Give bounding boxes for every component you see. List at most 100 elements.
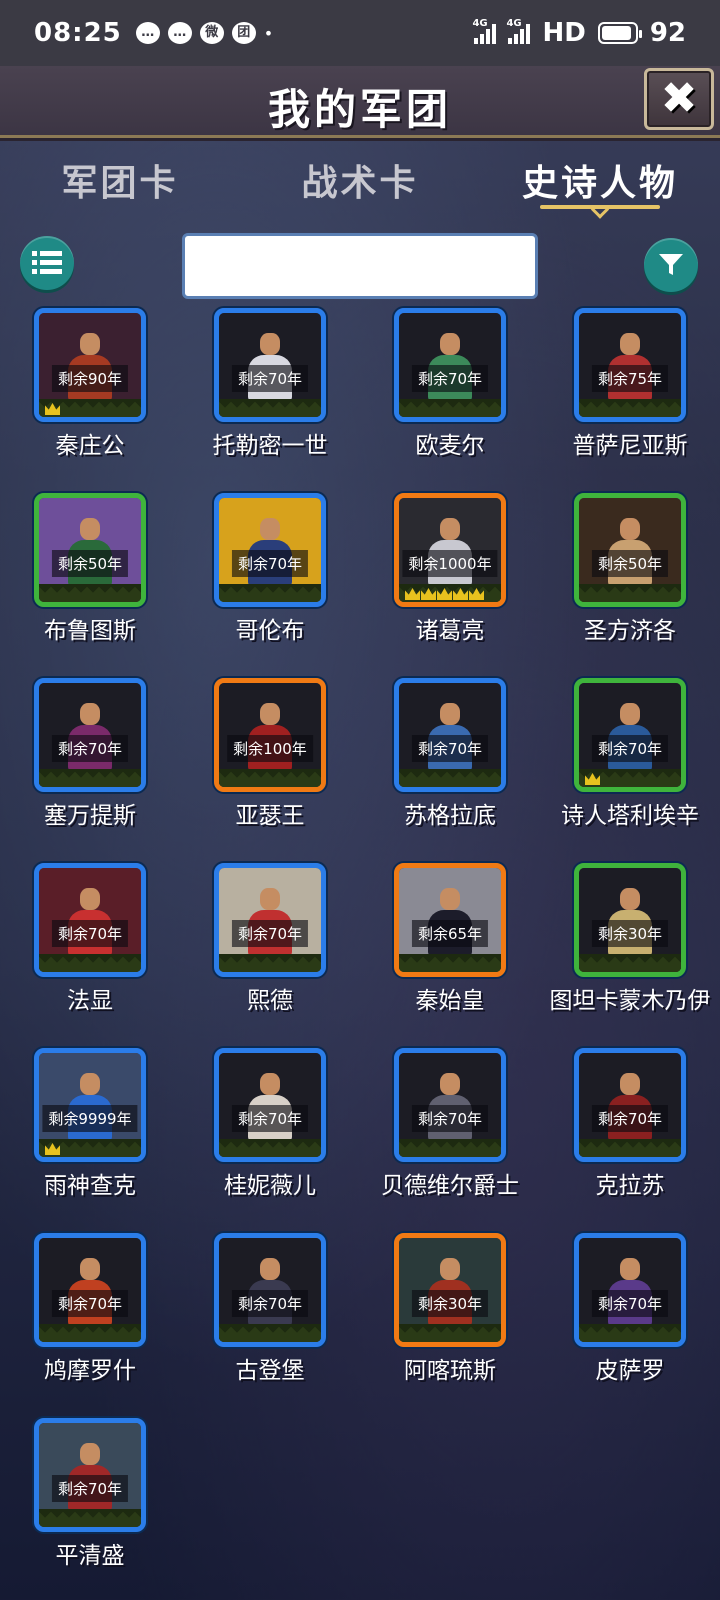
crown-rank-icons	[45, 403, 60, 415]
hero-card[interactable]: 剩余70年 托勒密一世	[180, 306, 360, 491]
hero-card[interactable]: 剩余70年鸠摩罗什	[0, 1231, 180, 1416]
signal-icon-2: 4G	[506, 18, 531, 44]
remaining-years: 剩余70年	[231, 1290, 309, 1317]
hero-card[interactable]: 剩余70年克拉苏	[540, 1046, 720, 1231]
hero-name: 雨神查克	[44, 1173, 136, 1199]
hero-card[interactable]: 剩余70年 贝德维尔爵士	[360, 1046, 540, 1231]
remaining-years: 剩余70年	[411, 735, 489, 762]
hero-portrait: 剩余70年	[214, 1048, 326, 1162]
hero-grid: 剩余90年 秦庄公 剩余70年 托勒密一世 剩余70年 欧麦尔 剩余75年 普萨尼亚斯 剩余50…	[0, 306, 720, 1600]
remaining-years: 剩余70年	[591, 1290, 669, 1317]
remaining-years: 剩余70年	[411, 365, 489, 392]
list-view-button[interactable]	[20, 236, 74, 290]
grass-decoration	[579, 1324, 681, 1342]
search-input[interactable]	[182, 233, 538, 299]
hero-card[interactable]: 剩余70年 欧麦尔	[360, 306, 540, 491]
hero-card[interactable]: 剩余65年 秦始皇	[360, 861, 540, 1046]
hero-card[interactable]: 剩余70年 哥伦布	[180, 491, 360, 676]
hero-card[interactable]: 剩余50年布鲁图斯	[0, 491, 180, 676]
status-time: 08:25	[34, 18, 122, 48]
hero-portrait: 剩余70年	[574, 1048, 686, 1162]
remaining-years: 剩余90年	[51, 365, 129, 392]
remaining-years: 剩余70年	[51, 920, 129, 947]
remaining-years: 剩余65年	[411, 920, 489, 947]
hero-portrait: 剩余70年	[394, 678, 506, 792]
hero-portrait: 剩余70年	[394, 308, 506, 422]
hero-portrait: 剩余50年	[34, 493, 146, 607]
hero-name: 古登堡	[235, 1358, 305, 1384]
hero-card[interactable]: 剩余1000年 诸葛亮	[360, 491, 540, 676]
hero-name: 布鲁图斯	[44, 618, 136, 644]
header-bar: 我的军团 ✖	[0, 66, 720, 138]
hero-card[interactable]: 剩余30年 阿喀琉斯	[360, 1231, 540, 1416]
grass-decoration	[579, 1139, 681, 1157]
hero-card[interactable]: 剩余70年桂妮薇儿	[180, 1046, 360, 1231]
page-title: 我的军团	[267, 85, 452, 134]
hero-card[interactable]: 剩余70年塞万提斯	[0, 676, 180, 861]
tab-tactic-cards[interactable]: 战术卡	[240, 150, 480, 220]
hero-name: 亚瑟王	[235, 803, 305, 829]
chat-icon: …	[135, 22, 160, 44]
status-dot: •	[263, 23, 274, 43]
remaining-years: 剩余70年	[591, 1105, 669, 1132]
hero-portrait: 剩余70年	[214, 1233, 326, 1347]
grass-decoration	[39, 769, 141, 787]
hero-card[interactable]: 剩余70年 法显	[0, 861, 180, 1046]
grass-decoration	[219, 769, 321, 787]
hero-name: 皮萨罗	[595, 1358, 665, 1384]
crown-icon	[437, 588, 452, 600]
tab-bar: 军团卡 战术卡 史诗人物	[0, 150, 720, 220]
crown-icon	[585, 773, 600, 785]
remaining-years: 剩余70年	[51, 1290, 129, 1317]
hero-card[interactable]: 剩余70年苏格拉底	[360, 676, 540, 861]
filter-icon	[659, 254, 683, 275]
hero-card[interactable]: 剩余70年 平清盛	[0, 1416, 180, 1600]
remaining-years: 剩余70年	[231, 1105, 309, 1132]
hero-card[interactable]: 剩余100年 亚瑟王	[180, 676, 360, 861]
hero-card[interactable]: 剩余70年 诗人塔利埃辛	[540, 676, 720, 861]
grass-decoration	[219, 1139, 321, 1157]
remaining-years: 剩余70年	[411, 1105, 489, 1132]
remaining-years: 剩余70年	[51, 735, 129, 762]
weibo-icon: 微	[199, 22, 224, 44]
grass-decoration	[39, 1324, 141, 1342]
remaining-years: 剩余70年	[231, 365, 309, 392]
crown-icon	[421, 588, 436, 600]
hero-portrait: 剩余50年	[574, 493, 686, 607]
remaining-years: 剩余30年	[591, 920, 669, 947]
grass-decoration	[579, 584, 681, 602]
hero-name: 平清盛	[55, 1543, 125, 1569]
hero-portrait: 剩余90年	[34, 308, 146, 422]
crown-rank-icons	[405, 588, 484, 600]
hero-card[interactable]: 剩余50年圣方济各	[540, 491, 720, 676]
close-button[interactable]: ✖	[644, 68, 714, 130]
hero-card[interactable]: 剩余70年古登堡	[180, 1231, 360, 1416]
hero-portrait: 剩余70年	[574, 1233, 686, 1347]
remaining-years: 剩余9999年	[42, 1105, 138, 1132]
hero-card[interactable]: 剩余30年图坦卡蒙木乃伊	[540, 861, 720, 1046]
crown-rank-icons	[585, 773, 600, 785]
tuan-icon: 团	[231, 22, 256, 44]
hero-card[interactable]: 剩余70年 熙德	[180, 861, 360, 1046]
hero-name: 圣方济各	[584, 618, 676, 644]
hero-card[interactable]: 剩余9999年 雨神查克	[0, 1046, 180, 1231]
grass-decoration	[39, 954, 141, 972]
hero-name: 塞万提斯	[44, 803, 136, 829]
battery-level: 92	[649, 18, 686, 48]
close-icon: ✖	[660, 73, 698, 124]
grass-decoration	[399, 399, 501, 417]
hero-card[interactable]: 剩余70年皮萨罗	[540, 1231, 720, 1416]
hero-name: 桂妮薇儿	[224, 1173, 316, 1199]
hero-portrait: 剩余70年	[394, 1048, 506, 1162]
hero-card[interactable]: 剩余75年 普萨尼亚斯	[540, 306, 720, 491]
hero-card[interactable]: 剩余90年 秦庄公	[0, 306, 180, 491]
hero-name: 苏格拉底	[404, 803, 496, 829]
hero-portrait: 剩余70年	[574, 678, 686, 792]
tab-legion-cards[interactable]: 军团卡	[0, 150, 240, 220]
hero-name: 克拉苏	[595, 1173, 665, 1199]
list-icon	[32, 251, 62, 274]
hero-name: 图坦卡蒙木乃伊	[549, 988, 711, 1014]
filter-button[interactable]	[644, 238, 698, 292]
tab-epic-heroes[interactable]: 史诗人物	[480, 150, 720, 220]
hero-name: 鸠摩罗什	[44, 1358, 136, 1384]
